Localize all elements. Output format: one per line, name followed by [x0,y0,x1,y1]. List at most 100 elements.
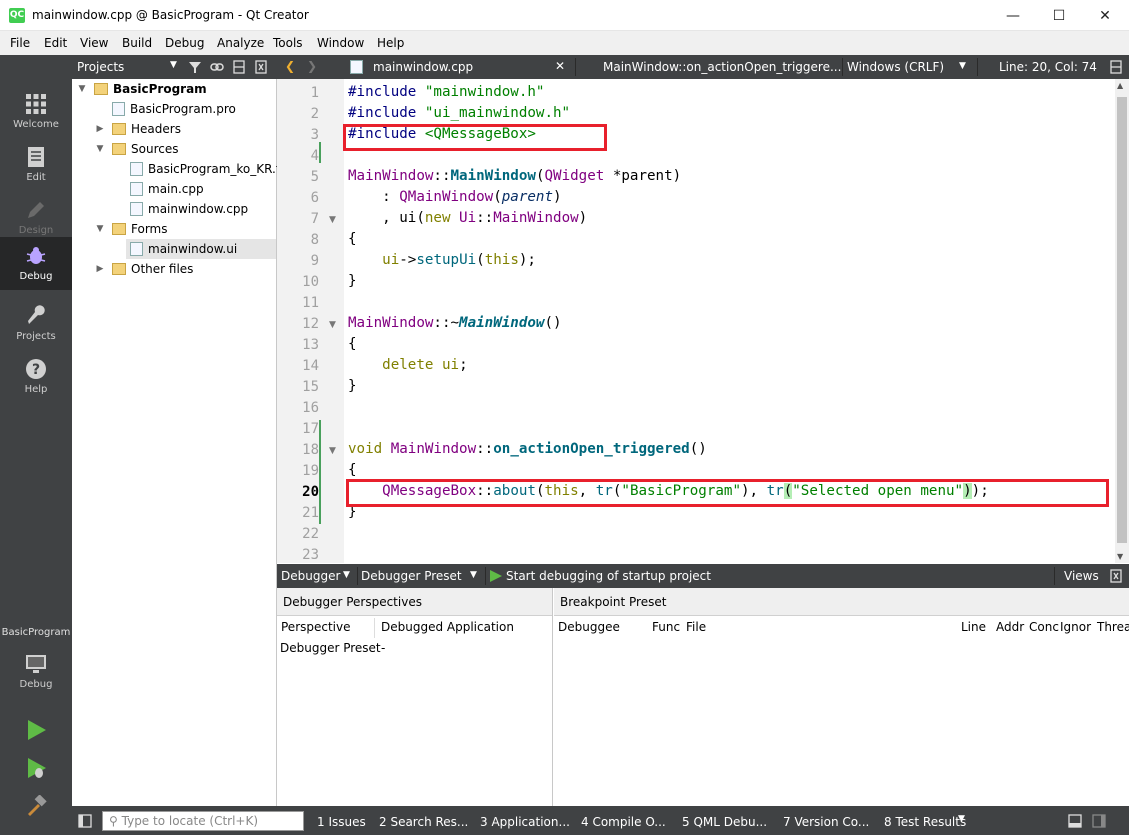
debugger-selector[interactable]: Debugger [281,569,340,583]
collapse-arrow-icon[interactable]: ▶ [94,119,106,139]
breakpoint-preset-pane: Breakpoint Preset Debuggee Func File Lin… [554,588,1129,806]
views-button[interactable]: Views [1064,569,1099,583]
encoding-selector[interactable]: Windows (CRLF) [847,60,944,74]
mode-help[interactable]: ? Help [0,350,72,403]
code-editor[interactable]: 1 2 3 4 5 6 7 8 9 10 11 12 13 14 15 16 1… [277,79,1129,563]
output-tab-qml-debug[interactable]: 5 QML Debu... [682,815,767,829]
locator-input[interactable]: ⚲ Type to locate (Ctrl+K) [102,811,304,831]
column-header-func[interactable]: Func [652,620,680,634]
close-pane-icon[interactable] [1109,569,1123,583]
cursor-position[interactable]: Line: 20, Col: 74 [999,60,1097,74]
column-header-debuggee[interactable]: Debuggee [558,620,620,634]
tree-file-mainwindow-cpp[interactable]: mainwindow.cpp [130,199,248,219]
menu-debug[interactable]: Debug [165,36,204,50]
scrollbar-thumb[interactable] [1117,97,1127,543]
expand-arrow-icon[interactable]: ▼ [94,139,106,159]
output-pane-toggle-icon[interactable] [1068,814,1082,828]
column-header-file[interactable]: File [686,620,706,634]
scroll-up-icon[interactable]: ▲ [1117,81,1123,90]
tree-file-mainwindow-ui[interactable]: mainwindow.ui [126,239,276,259]
perspective-row-name[interactable]: Debugger Preset [280,641,381,655]
output-tab-compile[interactable]: 4 Compile O... [581,815,666,829]
kit-selector[interactable]: Debug [0,645,72,698]
filter-icon[interactable] [188,60,202,74]
mode-projects[interactable]: Projects [0,297,72,350]
tree-file-pro[interactable]: BasicProgram.pro [112,99,236,119]
debugger-dropdown-icon[interactable]: ▼ [343,570,350,580]
maximize-button[interactable]: ☐ [1036,0,1082,31]
build-button[interactable] [0,787,72,823]
tree-folder-forms[interactable]: Forms [112,219,167,239]
encoding-dropdown-icon[interactable]: ▼ [959,61,966,71]
scroll-down-icon[interactable]: ▼ [1117,552,1123,561]
forward-arrow-icon[interactable]: ❯ [307,59,317,73]
tree-label: mainwindow.cpp [148,202,249,216]
separator [485,567,486,585]
mode-debug[interactable]: Debug [0,237,72,290]
editor-scrollbar[interactable]: ▲ ▼ [1115,79,1129,563]
fold-marker-icon[interactable]: ▼ [329,320,336,330]
tree-folder-headers[interactable]: Headers [112,119,181,139]
tree-folder-sources[interactable]: Sources [112,139,178,159]
column-header-perspective[interactable]: Perspective [281,620,351,634]
column-header-thread[interactable]: Threa [1097,620,1129,634]
debug-run-button[interactable] [0,749,72,785]
menu-tools[interactable]: Tools [273,36,303,50]
output-tab-application[interactable]: 3 Application... [480,815,570,829]
split-icon[interactable] [232,60,246,74]
close-document-icon[interactable]: ✕ [555,59,565,73]
minimize-button[interactable]: — [990,0,1036,31]
tree-label: Headers [131,122,181,136]
preset-dropdown-icon[interactable]: ▼ [470,570,477,580]
debugger-preset-selector[interactable]: Debugger Preset [361,569,462,583]
output-tab-issues[interactable]: 1 Issues [317,815,366,829]
run-button[interactable] [0,711,72,747]
forms-folder-icon [112,223,126,235]
column-header-addr[interactable]: Addr [996,620,1024,634]
menu-edit[interactable]: Edit [44,36,67,50]
fold-marker-icon[interactable]: ▼ [329,215,336,225]
svg-text:?: ? [32,362,40,378]
menu-build[interactable]: Build [122,36,152,50]
tree-project-root[interactable]: BasicProgram [94,79,207,99]
column-header-line[interactable]: Line [961,620,986,634]
right-sidebar-toggle-icon[interactable] [1092,814,1106,828]
document-icon [28,147,44,167]
back-arrow-icon[interactable]: ❮ [285,59,295,73]
mode-edit[interactable]: Edit [0,138,72,191]
mode-welcome[interactable]: Welcome [0,85,72,138]
close-pane-icon[interactable] [254,60,268,74]
menu-window[interactable]: Window [317,36,364,50]
projects-view-dropdown-icon[interactable]: ▼ [170,60,177,70]
projects-view-title[interactable]: Projects [77,60,124,74]
menu-file[interactable]: File [10,36,30,50]
link-editor-icon[interactable] [210,60,224,74]
collapse-arrow-icon[interactable]: ▶ [94,259,106,279]
symbol-selector[interactable]: MainWindow::on_actionOpen_triggere... [603,60,841,74]
menu-analyze[interactable]: Analyze [217,36,264,50]
sources-folder-icon [112,143,126,155]
output-tab-search[interactable]: 2 Search Res... [379,815,468,829]
split-editor-icon[interactable] [1109,60,1123,74]
start-debugging-icon[interactable] [489,569,503,583]
close-button[interactable]: ✕ [1082,0,1128,31]
menu-help[interactable]: Help [377,36,404,50]
open-document-name[interactable]: mainwindow.cpp [373,60,473,74]
column-header-conc[interactable]: Conc [1029,620,1059,634]
column-header-application[interactable]: Debugged Application [381,620,514,634]
tree-file-main-cpp[interactable]: main.cpp [130,179,204,199]
expand-arrow-icon[interactable]: ▼ [94,219,106,239]
fold-marker-icon[interactable]: ▼ [329,446,336,456]
output-tab-version-control[interactable]: 7 Version Co... [783,815,869,829]
output-tab-test-results[interactable]: 8 Test Results [884,815,966,829]
tree-folder-other[interactable]: Other files [112,259,193,279]
headers-folder-icon [112,123,126,135]
more-tabs-dropdown-icon[interactable]: ▼ [958,814,965,824]
toggle-sidebar-icon[interactable] [78,814,92,828]
annotation-highlight-box [343,124,607,151]
tree-file-ts[interactable]: BasicProgram_ko_KR.ts [130,159,287,179]
column-header-ignore[interactable]: Ignor [1060,620,1091,634]
expand-arrow-icon[interactable]: ▼ [76,79,88,99]
start-debugging-button[interactable]: Start debugging of startup project [506,569,711,583]
menu-view[interactable]: View [80,36,108,50]
